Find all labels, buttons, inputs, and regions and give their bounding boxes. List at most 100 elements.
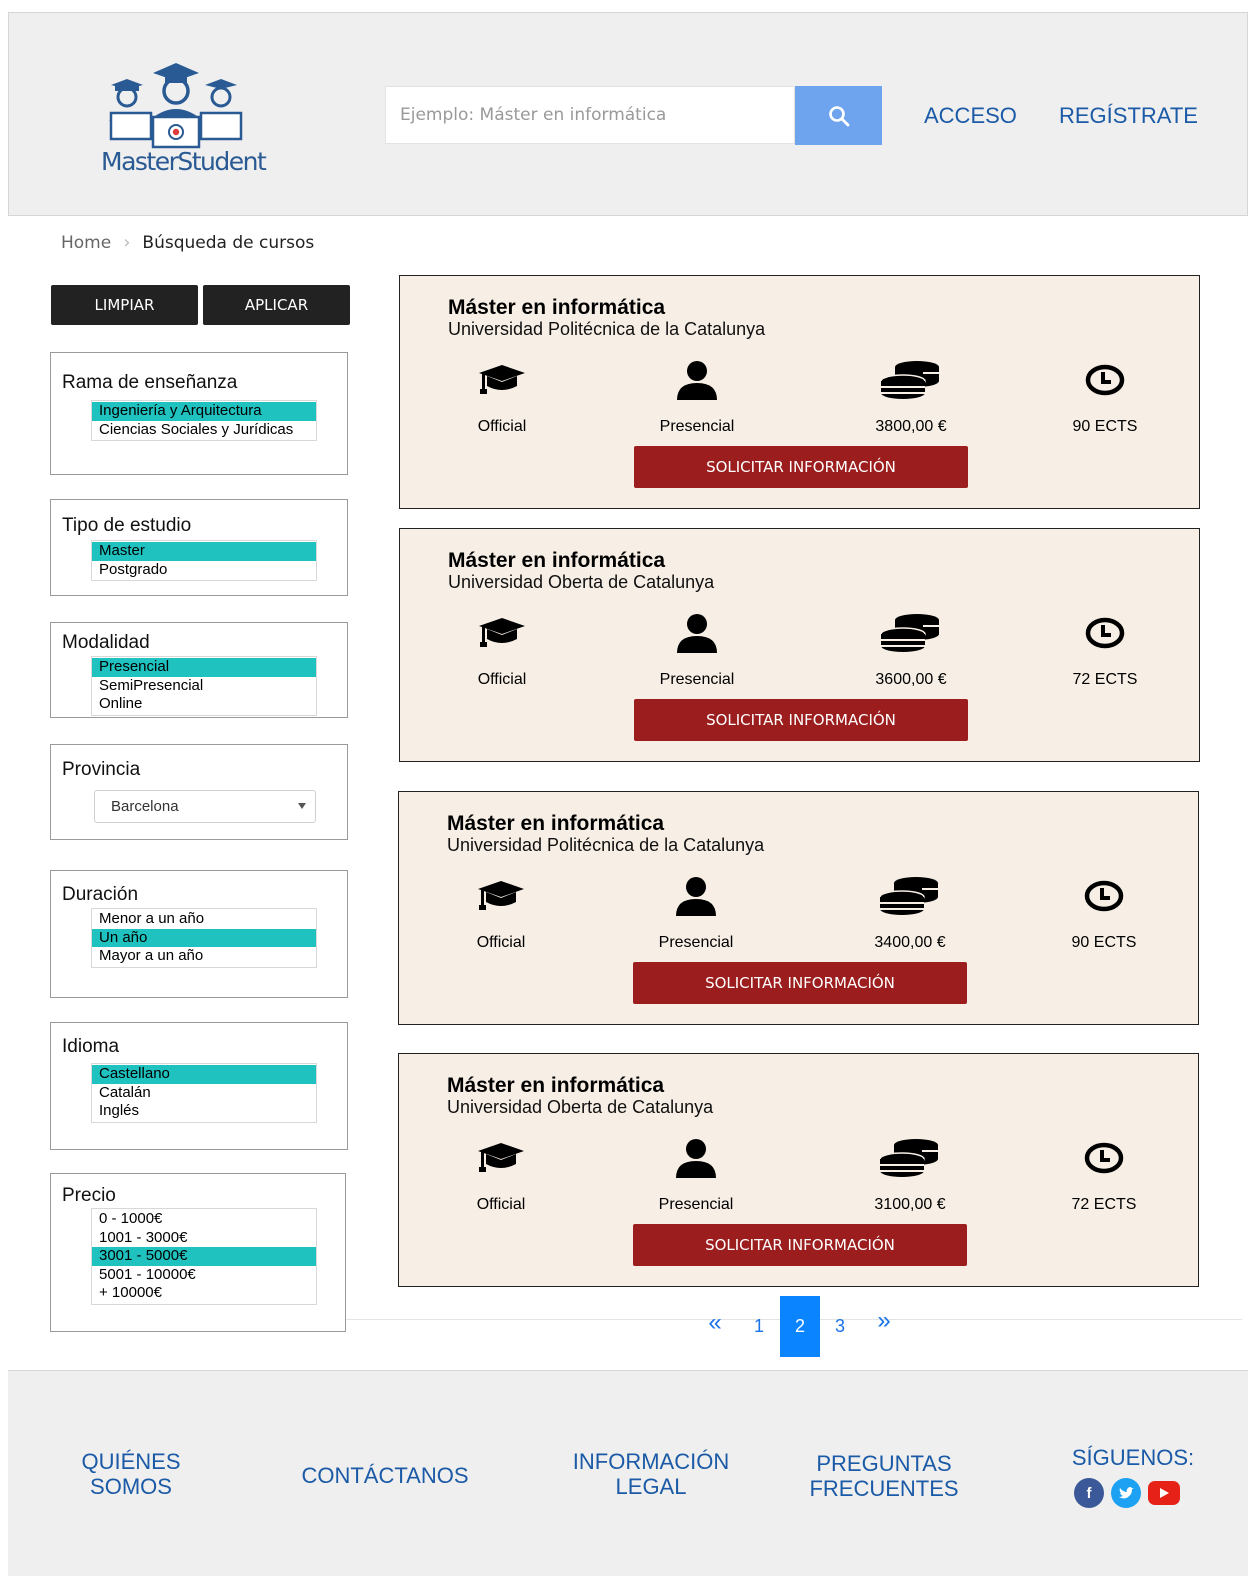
course-university: Universidad Oberta de Catalunya [447, 1097, 714, 1117]
graduation-cap-icon [479, 618, 525, 647]
course-card: Máster en informática Universidad Oberta… [399, 528, 1200, 762]
listbox-option[interactable]: Ciencias Sociales y Jurídicas [92, 421, 316, 440]
filter-title: Precio [62, 1185, 116, 1206]
filter-tipo: Tipo de estudio Master Postgrado [50, 499, 348, 596]
listbox-option[interactable]: 1001 - 3000€ [92, 1229, 316, 1248]
facebook-icon[interactable]: f [1074, 1478, 1104, 1508]
footer-about-link[interactable]: QUIÉNES SOMOS [70, 1449, 192, 1499]
feature-label: 3400,00 € [874, 934, 946, 951]
request-info-button[interactable]: SOLICITAR INFORMACIÓN [633, 1224, 967, 1266]
course-title[interactable]: Máster en informática [447, 812, 664, 836]
filter-title: Modalidad [62, 632, 150, 653]
request-info-button[interactable]: SOLICITAR INFORMACIÓN [634, 699, 968, 741]
search-icon [828, 105, 849, 126]
modalidad-listbox[interactable]: Presencial SemiPresencial Online [91, 656, 317, 716]
feature-label: 90 ECTS [1071, 934, 1137, 951]
listbox-option[interactable]: Postgrado [92, 561, 316, 580]
listbox-option[interactable]: Online [92, 695, 316, 714]
feature-credits: 90 ECTS [1029, 876, 1179, 952]
listbox-option[interactable]: 5001 - 10000€ [92, 1266, 316, 1285]
masterstudent-logo[interactable]: MasterStudent [101, 59, 267, 191]
course-university: Universidad Oberta de Catalunya [448, 572, 715, 592]
breadcrumb-home[interactable]: Home [61, 233, 111, 253]
listbox-option[interactable]: Castellano [92, 1065, 316, 1084]
filter-precio: Precio 0 - 1000€ 1001 - 3000€ 3001 - 500… [50, 1173, 346, 1332]
dropdown-arrow-icon [298, 803, 306, 809]
twitter-icon[interactable] [1111, 1478, 1141, 1508]
coins-icon [879, 1139, 938, 1177]
listbox-option[interactable]: Ingeniería y Arquitectura [92, 402, 316, 421]
listbox-option[interactable]: Catalán [92, 1084, 316, 1103]
pagination-prev-icon[interactable]: « [700, 1292, 730, 1353]
feature-type: Official [426, 876, 576, 952]
request-info-button[interactable]: SOLICITAR INFORMACIÓN [633, 962, 967, 1004]
course-title[interactable]: Máster en informática [448, 549, 665, 573]
listbox-option[interactable]: SemiPresencial [92, 677, 316, 696]
rama-listbox[interactable]: Ingeniería y Arquitectura Ciencias Socia… [91, 400, 317, 441]
feature-label: 90 ECTS [1072, 418, 1138, 435]
register-link[interactable]: REGÍSTRATE [1059, 103, 1198, 129]
footer-contact-link[interactable]: CONTÁCTANOS [290, 1463, 480, 1488]
listbox-option[interactable]: Un año [92, 928, 316, 947]
listbox-option[interactable]: 0 - 1000€ [92, 1210, 316, 1229]
listbox-option[interactable]: Menor a un año [92, 910, 316, 929]
login-link[interactable]: ACCESO [924, 103, 1017, 129]
listbox-option[interactable]: Mayor a un año [92, 947, 316, 966]
feature-credits: 90 ECTS [1030, 360, 1180, 436]
course-card: Máster en informática Universidad Polité… [398, 791, 1199, 1025]
feature-label: 3600,00 € [875, 671, 947, 688]
feature-label: 72 ECTS [1072, 671, 1138, 688]
pagination-page-2[interactable]: 2 [780, 1296, 820, 1357]
filter-idioma: Idioma Castellano Catalán Inglés [50, 1022, 348, 1150]
user-icon [676, 877, 716, 916]
course-university: Universidad Politécnica de la Catalunya [447, 835, 765, 855]
course-university: Universidad Politécnica de la Catalunya [448, 319, 766, 339]
precio-listbox[interactable]: 0 - 1000€ 1001 - 3000€ 3001 - 5000€ 5001… [91, 1208, 317, 1305]
search-input[interactable]: Ejemplo: Máster en informática [385, 86, 795, 144]
feature-credits: 72 ECTS [1030, 613, 1180, 689]
provincia-select[interactable]: Barcelona [94, 790, 316, 823]
feature-type: Official [426, 1138, 576, 1214]
filter-title: Duración [62, 884, 139, 905]
feature-label: Presencial [659, 418, 735, 435]
footer-legal-link[interactable]: INFORMACIÓN LEGAL [566, 1449, 736, 1499]
feature-label: Presencial [659, 671, 735, 688]
feature-label: 3100,00 € [874, 1196, 946, 1213]
request-info-button[interactable]: SOLICITAR INFORMACIÓN [634, 446, 968, 488]
feature-mode: Presencial [622, 360, 772, 436]
course-title[interactable]: Máster en informática [447, 1074, 664, 1098]
pagination-next-icon[interactable]: » [869, 1290, 899, 1351]
search-button[interactable] [795, 86, 882, 145]
filter-title: Tipo de estudio [62, 515, 192, 536]
site-footer: QUIÉNES SOMOS CONTÁCTANOS INFORMACIÓN LE… [8, 1370, 1248, 1576]
listbox-option[interactable]: Inglés [92, 1102, 316, 1121]
feature-label: 72 ECTS [1071, 1196, 1137, 1213]
feature-label: Official [477, 671, 527, 688]
duracion-listbox[interactable]: Menor a un año Un año Mayor a un año [91, 908, 317, 968]
feature-label: Official [476, 934, 526, 951]
youtube-icon[interactable] [1148, 1481, 1180, 1505]
coins-icon [879, 877, 938, 915]
listbox-option[interactable]: Master [92, 542, 316, 561]
feature-label: Presencial [658, 934, 734, 951]
footer-faq-link[interactable]: PREGUNTAS FRECUENTES [802, 1451, 966, 1501]
social-links: f [1074, 1478, 1180, 1508]
tipo-listbox[interactable]: Master Postgrado [91, 540, 317, 581]
idioma-listbox[interactable]: Castellano Catalán Inglés [91, 1063, 317, 1123]
clock-icon [1085, 364, 1125, 396]
feature-price: 3600,00 € [836, 613, 986, 689]
listbox-option[interactable]: Presencial [92, 658, 316, 677]
course-title[interactable]: Máster en informática [448, 296, 665, 320]
apply-filters-button[interactable]: APLICAR [203, 285, 350, 325]
feature-label: Presencial [658, 1196, 734, 1213]
clock-icon [1085, 617, 1125, 649]
pagination-page-1[interactable]: 1 [745, 1296, 773, 1357]
feature-mode: Presencial [622, 613, 772, 689]
pagination-page-3[interactable]: 3 [826, 1296, 854, 1357]
clock-icon [1084, 880, 1124, 912]
breadcrumb-current: Búsqueda de cursos [142, 232, 315, 253]
feature-label: 3800,00 € [875, 418, 947, 435]
listbox-option[interactable]: 3001 - 5000€ [92, 1247, 316, 1266]
listbox-option[interactable]: + 10000€ [92, 1284, 316, 1303]
clear-filters-button[interactable]: LIMPIAR [51, 285, 198, 325]
